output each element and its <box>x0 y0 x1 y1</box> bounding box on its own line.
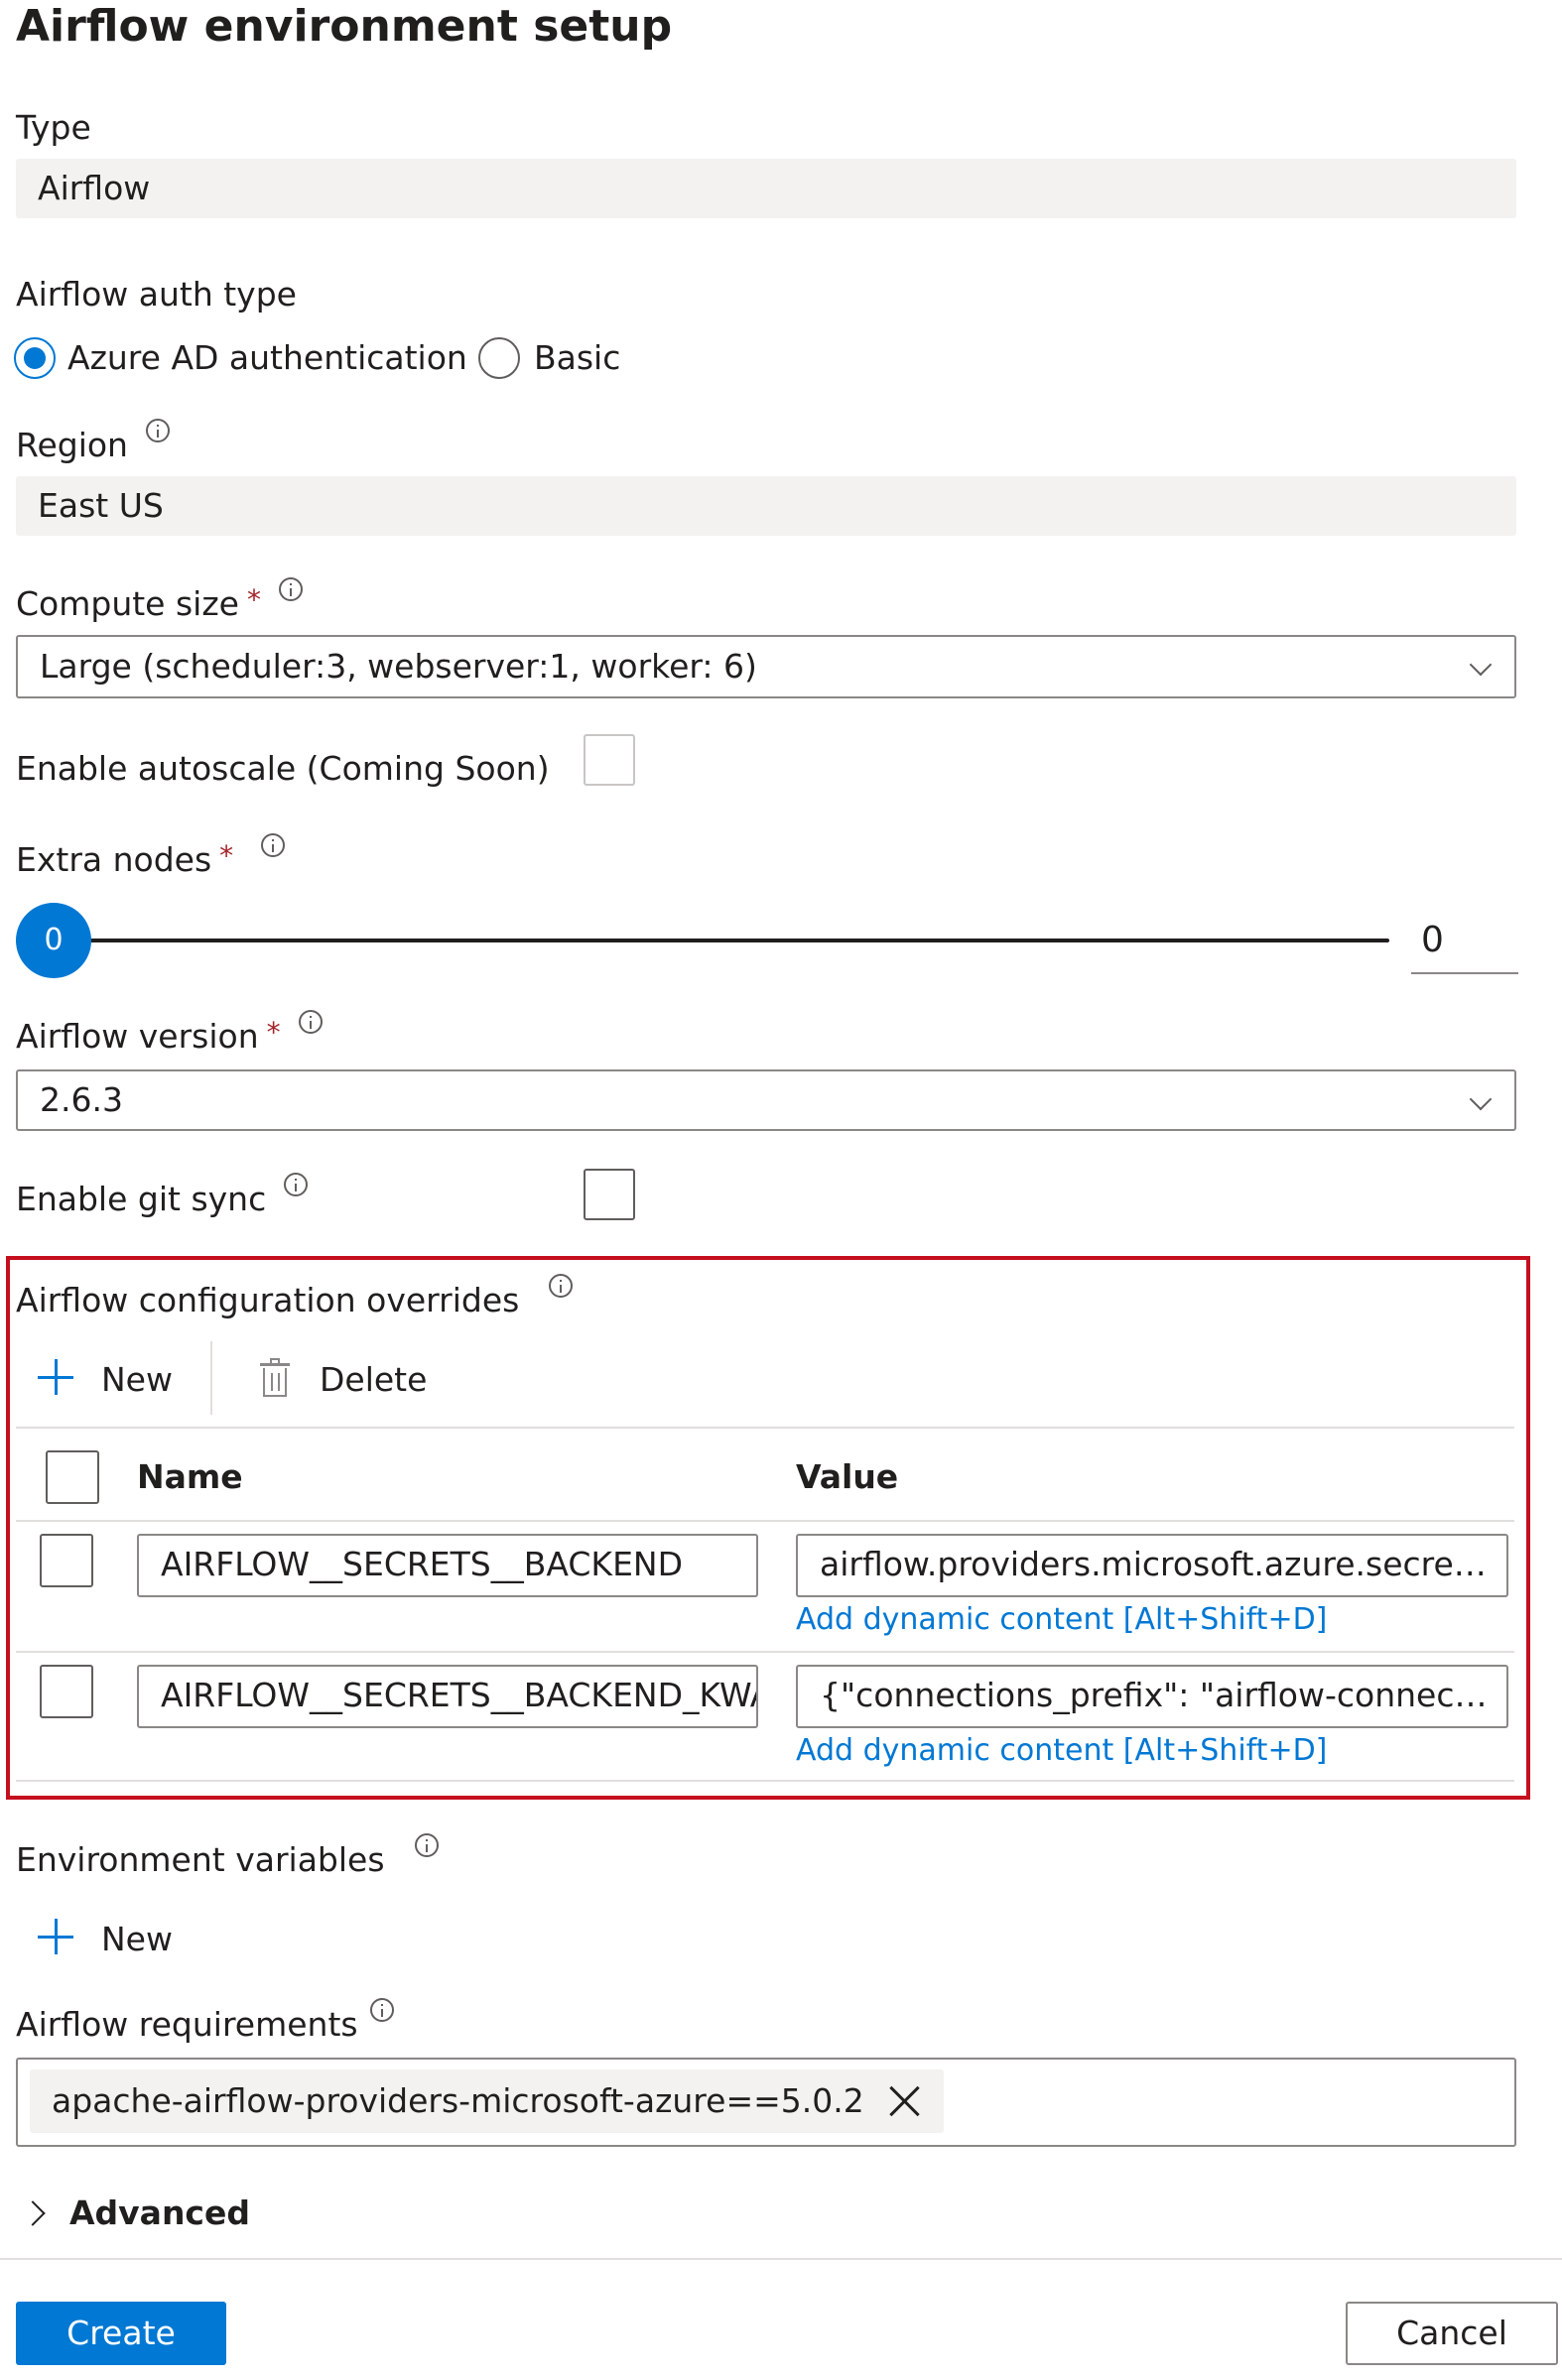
table-row: AIRFLOW__SECRETS__BACKEND airflow.provid… <box>16 1522 1514 1651</box>
info-icon[interactable] <box>369 1998 394 2022</box>
select-all-checkbox[interactable] <box>46 1450 99 1504</box>
chevron-right-icon <box>20 2200 46 2226</box>
required-mark: * <box>219 839 234 872</box>
info-icon[interactable] <box>261 833 286 857</box>
chevron-down-icon <box>1469 653 1493 677</box>
table-row: AIRFLOW__SECRETS__BACKEND_KWA {"connecti… <box>16 1653 1514 1782</box>
radio-basic[interactable] <box>478 337 520 379</box>
autoscale-label: Enable autoscale (Coming Soon) <box>16 749 550 788</box>
config-overrides-label: Airflow configuration overrides <box>16 1274 574 1321</box>
override-name-input[interactable]: AIRFLOW__SECRETS__BACKEND <box>137 1534 758 1597</box>
radio-basic-label[interactable]: Basic <box>534 337 620 379</box>
auth-type-label: Airflow auth type <box>16 275 297 313</box>
overrides-new-button[interactable]: New <box>36 1357 204 1403</box>
table-top-border <box>16 1427 1514 1429</box>
footer-divider <box>0 2258 1562 2260</box>
requirements-label: Airflow requirements <box>16 1998 394 2046</box>
region-value: East US <box>16 476 1516 536</box>
extra-nodes-label-text: Extra nodes <box>16 840 212 879</box>
info-icon[interactable] <box>278 577 303 601</box>
required-mark: * <box>266 1016 281 1049</box>
compute-size-dropdown[interactable]: Large (scheduler:3, webserver:1, worker:… <box>16 635 1516 698</box>
page-title: Airflow environment setup <box>16 1 673 52</box>
radio-azure-ad-label[interactable]: Azure AD authentication <box>67 337 467 379</box>
info-icon[interactable] <box>284 1173 309 1196</box>
radio-azure-ad[interactable] <box>14 337 56 379</box>
compute-size-value: Large (scheduler:3, webserver:1, worker:… <box>40 647 757 686</box>
chevron-down-icon <box>1469 1087 1493 1111</box>
overrides-delete-button[interactable]: Delete <box>260 1357 439 1403</box>
region-label-text: Region <box>16 426 128 464</box>
env-vars-new-button[interactable]: New <box>36 1917 204 1962</box>
cancel-button[interactable]: Cancel <box>1346 2302 1558 2365</box>
trash-icon <box>260 1358 290 1397</box>
overrides-new-label: New <box>101 1360 173 1399</box>
env-vars-label-text: Environment variables <box>16 1840 385 1879</box>
column-header-name: Name <box>137 1457 243 1496</box>
add-dynamic-content-link[interactable]: Add dynamic content [Alt+Shift+D] <box>796 1601 1327 1639</box>
env-vars-new-label: New <box>101 1920 173 1958</box>
region-label: Region <box>16 419 170 466</box>
override-value-input[interactable]: airflow.providers.microsoft.azure.secret… <box>796 1534 1508 1597</box>
git-sync-checkbox[interactable] <box>584 1169 635 1220</box>
extra-nodes-slider-thumb[interactable]: 0 <box>16 903 91 978</box>
create-button[interactable]: Create <box>16 2302 226 2365</box>
plus-icon <box>36 1917 75 1956</box>
requirement-tag-label: apache-airflow-providers-microsoft-azure… <box>52 2081 864 2120</box>
advanced-toggle[interactable]: Advanced <box>16 2189 314 2238</box>
info-icon[interactable] <box>298 1010 323 1034</box>
required-mark: * <box>246 583 261 616</box>
extra-nodes-label: Extra nodes * <box>16 833 286 881</box>
type-value: Airflow <box>16 159 1516 218</box>
row-checkbox[interactable] <box>40 1534 93 1587</box>
toolbar-divider <box>210 1341 212 1415</box>
plus-icon <box>36 1357 75 1397</box>
requirement-tag: apache-airflow-providers-microsoft-azure… <box>30 2069 944 2133</box>
autoscale-checkbox <box>584 734 635 786</box>
extra-nodes-value[interactable]: 0 <box>1411 911 1518 974</box>
compute-size-label-text: Compute size <box>16 584 239 623</box>
type-label: Type <box>16 108 91 147</box>
requirements-input[interactable]: apache-airflow-providers-microsoft-azure… <box>16 2058 1516 2147</box>
airflow-version-label: Airflow version * <box>16 1010 323 1058</box>
env-vars-label: Environment variables <box>16 1833 439 1881</box>
advanced-label: Advanced <box>69 2193 250 2232</box>
override-value-input[interactable]: {"connections_prefix": "airflow-connecti… <box>796 1665 1508 1728</box>
override-name-input[interactable]: AIRFLOW__SECRETS__BACKEND_KWA <box>137 1665 758 1728</box>
info-icon[interactable] <box>145 419 170 442</box>
airflow-version-label-text: Airflow version <box>16 1017 259 1056</box>
add-dynamic-content-link[interactable]: Add dynamic content [Alt+Shift+D] <box>796 1732 1327 1770</box>
extra-nodes-slider-track[interactable] <box>54 939 1389 942</box>
requirements-label-text: Airflow requirements <box>16 2005 358 2044</box>
row-checkbox[interactable] <box>40 1665 93 1718</box>
git-sync-label-text: Enable git sync <box>16 1180 267 1218</box>
info-icon[interactable] <box>549 1274 574 1298</box>
remove-tag-icon[interactable] <box>888 2085 920 2117</box>
row-divider <box>16 1780 1514 1782</box>
info-icon[interactable] <box>414 1833 439 1857</box>
config-overrides-label-text: Airflow configuration overrides <box>16 1281 520 1319</box>
column-header-value: Value <box>796 1457 899 1496</box>
airflow-version-value: 2.6.3 <box>40 1080 123 1119</box>
airflow-version-dropdown[interactable]: 2.6.3 <box>16 1069 1516 1131</box>
overrides-delete-label: Delete <box>320 1360 428 1399</box>
git-sync-label: Enable git sync <box>16 1173 309 1220</box>
compute-size-label: Compute size * <box>16 577 303 625</box>
